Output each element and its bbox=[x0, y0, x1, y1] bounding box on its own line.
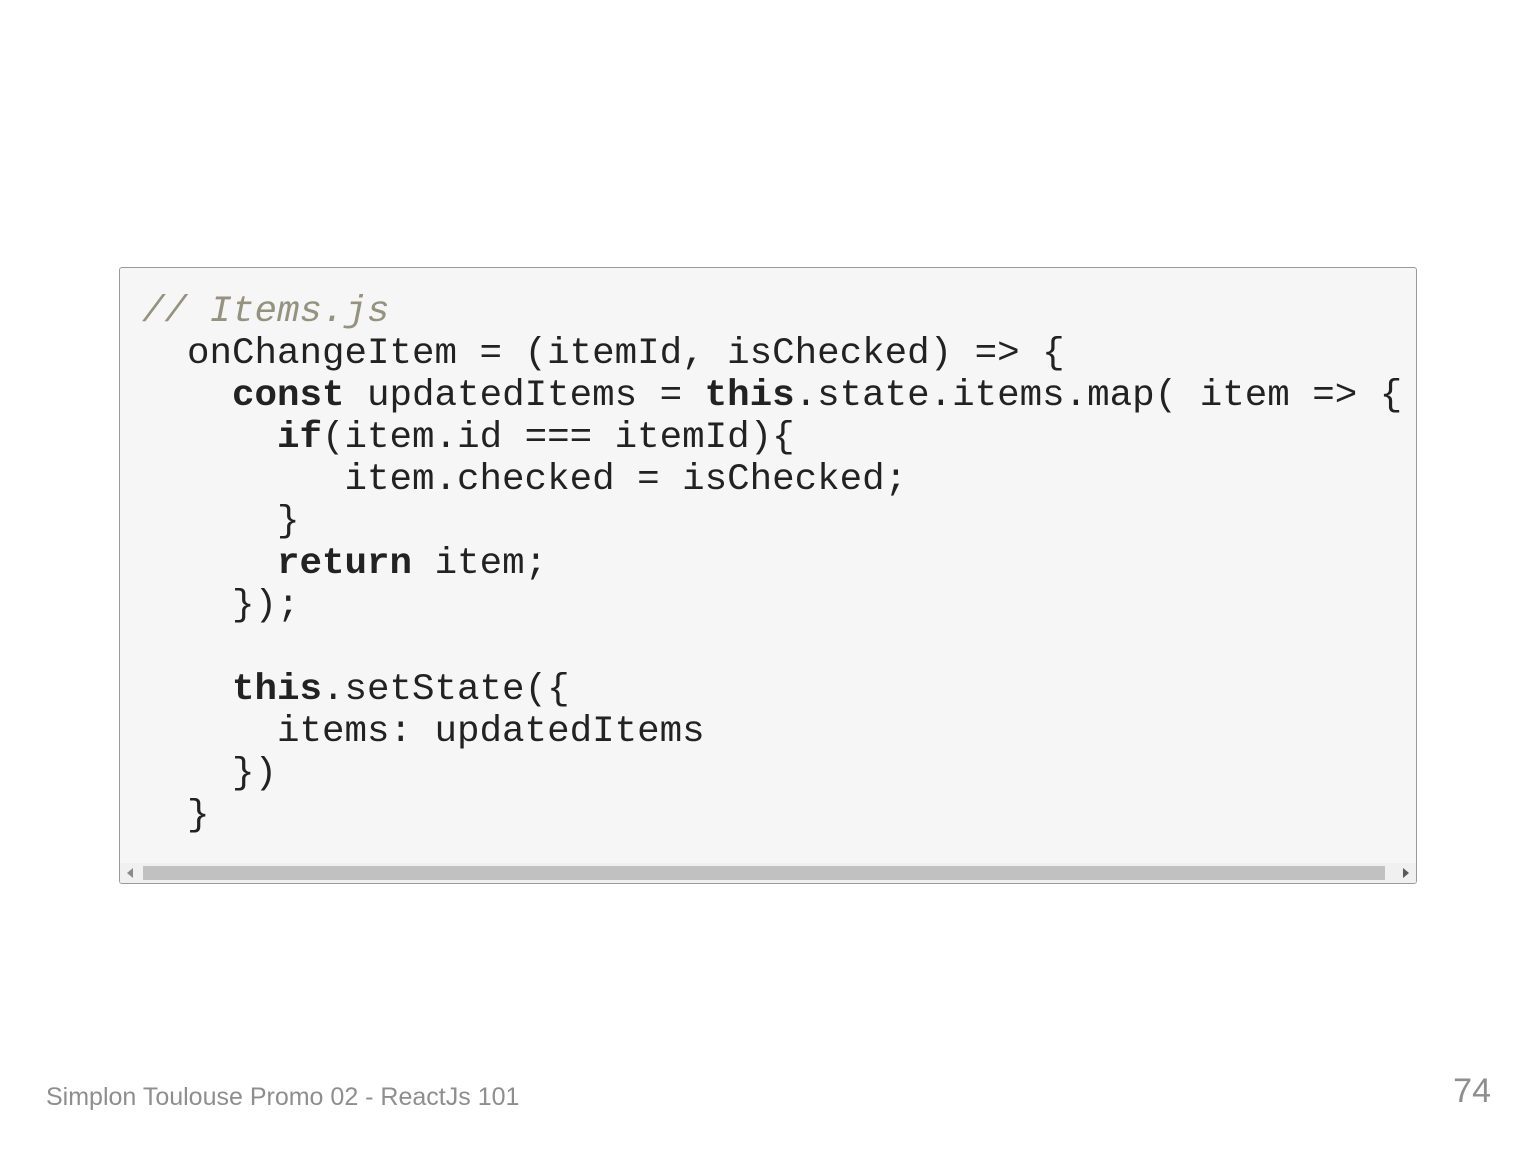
code-line: if(item.id === itemId){ bbox=[142, 417, 1402, 459]
code-line: } bbox=[142, 501, 1402, 543]
code-line: const updatedItems = this.state.items.ma… bbox=[142, 375, 1402, 417]
slide: // Items.js onChangeItem = (itemId, isCh… bbox=[0, 0, 1536, 1152]
scroll-right-arrow-icon[interactable] bbox=[1403, 868, 1409, 878]
code-token: .setState({ bbox=[322, 669, 570, 711]
code-block-container[interactable]: // Items.js onChangeItem = (itemId, isCh… bbox=[119, 267, 1417, 884]
code-block: // Items.js onChangeItem = (itemId, isCh… bbox=[142, 291, 1402, 837]
scrollbar-thumb[interactable] bbox=[143, 866, 1385, 880]
code-comment: // Items.js bbox=[142, 291, 390, 333]
code-keyword: if bbox=[277, 417, 323, 459]
code-token: }) bbox=[142, 753, 278, 795]
code-token: .state.items.map( item => { bbox=[794, 375, 1403, 417]
code-line: onChangeItem = (itemId, isChecked) => { bbox=[142, 333, 1402, 375]
code-token: item; bbox=[412, 543, 548, 585]
code-token: } bbox=[142, 501, 300, 543]
code-token: item.checked = isChecked; bbox=[142, 459, 908, 501]
code-line: // Items.js bbox=[142, 291, 1402, 333]
code-token: } bbox=[142, 795, 210, 837]
code-token: }); bbox=[142, 585, 300, 627]
scroll-left-arrow-icon[interactable] bbox=[127, 868, 133, 878]
code-token: updatedItems = bbox=[344, 375, 705, 417]
code-token: onChangeItem = (itemId, isChecked) => { bbox=[142, 333, 1065, 375]
code-line: items: updatedItems bbox=[142, 711, 1402, 753]
code-keyword: return bbox=[277, 543, 413, 585]
code-keyword: this bbox=[704, 375, 795, 417]
code-line: }); bbox=[142, 585, 1402, 627]
code-line: item.checked = isChecked; bbox=[142, 459, 1402, 501]
code-line: } bbox=[142, 795, 1402, 837]
code-line: return item; bbox=[142, 543, 1402, 585]
code-token: items: updatedItems bbox=[142, 711, 705, 753]
footer-title: Simplon Toulouse Promo 02 - ReactJs 101 bbox=[46, 1083, 520, 1111]
code-token: (item.id === itemId){ bbox=[322, 417, 795, 459]
code-line: this.setState({ bbox=[142, 669, 1402, 711]
code-line: }) bbox=[142, 753, 1402, 795]
code-keyword: this bbox=[232, 669, 323, 711]
horizontal-scrollbar[interactable] bbox=[120, 863, 1416, 883]
page-number: 74 bbox=[1453, 1072, 1491, 1110]
code-keyword: const bbox=[232, 375, 345, 417]
